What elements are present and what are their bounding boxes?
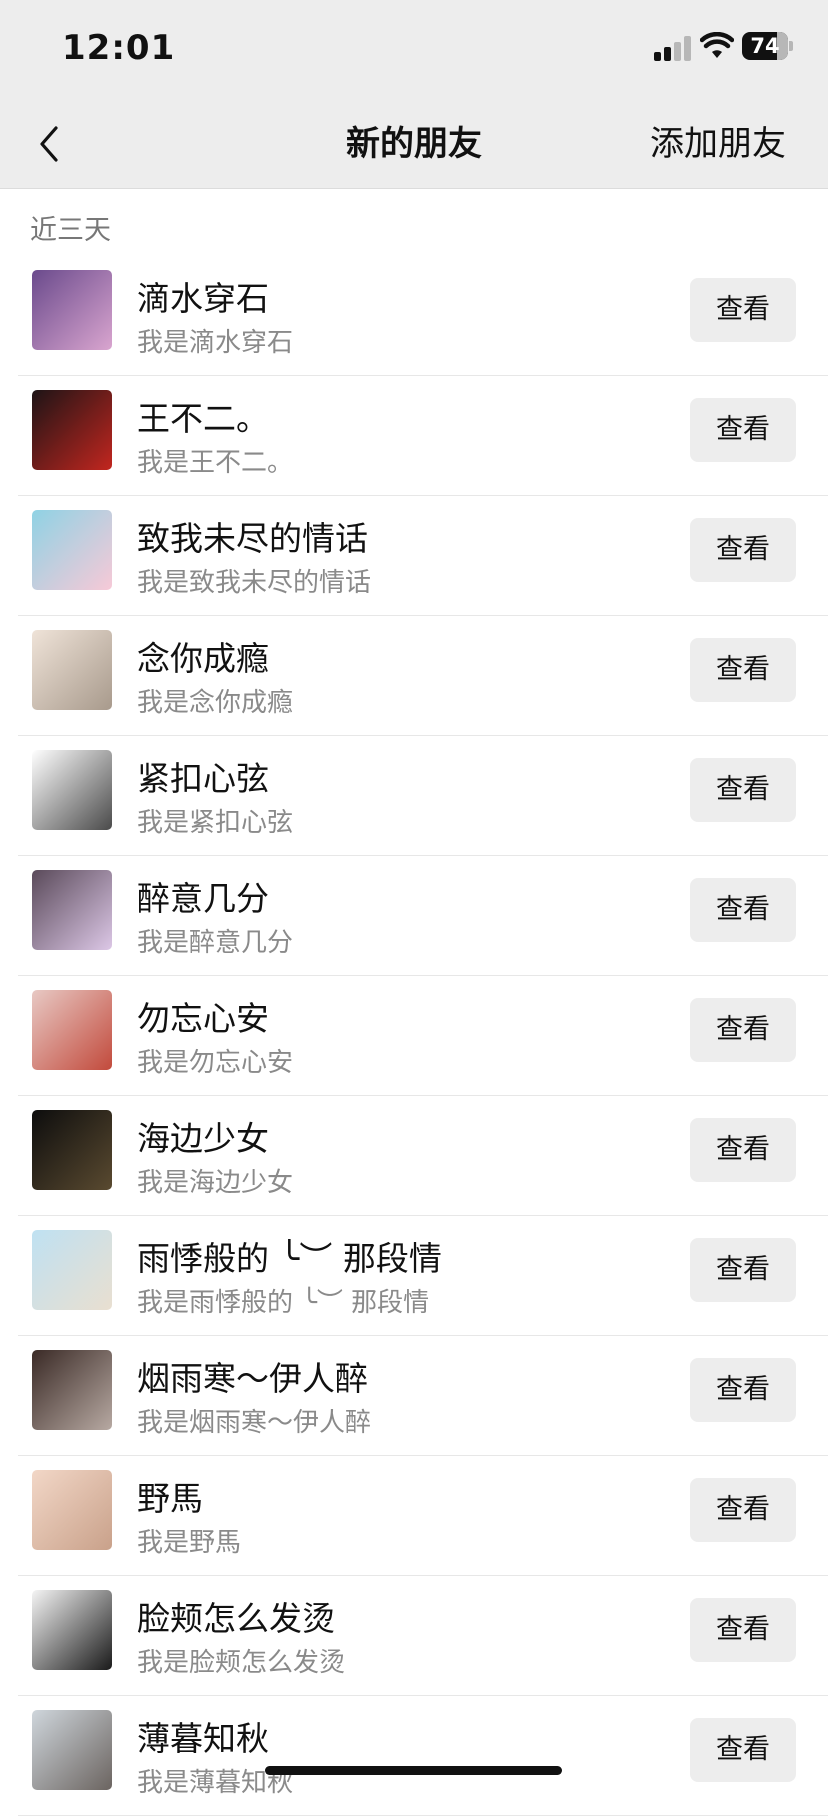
view-button[interactable]: 查看 [690, 1598, 796, 1662]
anime-girl-dark-hair-avatar[interactable] [32, 870, 112, 950]
nav-bar: 新的朋友 添加朋友 [0, 100, 828, 189]
friend-name: 勿忘心安 [137, 999, 269, 1038]
friend-list: 滴水穿石 我是滴水穿石 查看 王不二。 我是王不二。 查看 致我未尽的情话 我是致我未尽的情话… [0, 256, 828, 1816]
friend-row[interactable]: 脸颊怎么发烫我是脸颊怎么发烫 查看 [18, 1576, 828, 1696]
view-button[interactable]: 查看 [690, 1238, 796, 1302]
friend-name: 野馬 [137, 1479, 203, 1518]
friend-name: 薄暮知秋 [137, 1719, 269, 1758]
friend-message: 我是念你成瘾 [137, 688, 294, 718]
friend-name: 烟雨寒～伊人醉 [137, 1359, 368, 1398]
friend-row[interactable]: 念你成瘾我是念你成瘾 查看 [18, 616, 828, 736]
friend-message: 我是海边少女 [137, 1168, 294, 1198]
child-photo-avatar[interactable] [32, 1350, 112, 1430]
view-button[interactable]: 查看 [690, 518, 796, 582]
beach-girl-avatar[interactable] [32, 1710, 112, 1790]
ancient-style-girl-avatar[interactable] [32, 990, 112, 1070]
friend-message: 我是王不二。 [137, 448, 294, 478]
friend-row[interactable]: 烟雨寒～伊人醉我是烟雨寒～伊人醉 查看 [18, 1336, 828, 1456]
cartoon-family-avatar[interactable] [32, 750, 112, 830]
signal-icon [654, 35, 692, 61]
view-button[interactable]: 查看 [690, 278, 796, 342]
friend-name: 脸颊怎么发烫 [137, 1599, 335, 1638]
friend-row[interactable]: 勿忘心安我是勿忘心安 查看 [18, 976, 828, 1096]
view-button[interactable]: 查看 [690, 998, 796, 1062]
view-button[interactable]: 查看 [690, 758, 796, 822]
friend-row[interactable]: 雨悸般的 ╰︶ 那段情我是雨悸般的 ╰︶ 那段情 查看 [18, 1216, 828, 1336]
friend-name: 念你成瘾 [137, 639, 269, 678]
friend-name: 滴水穿石 [137, 279, 269, 318]
puppy-avatar[interactable] [32, 630, 112, 710]
friend-message: 我是致我未尽的情话 [137, 568, 372, 598]
status-time: 12:01 [62, 28, 176, 68]
friend-name: 王不二。 [137, 399, 269, 438]
bunny-cartoon-avatar[interactable] [32, 510, 112, 590]
view-button[interactable]: 查看 [690, 1358, 796, 1422]
view-button[interactable]: 查看 [690, 1718, 796, 1782]
friend-name: 致我未尽的情话 [137, 519, 368, 558]
friend-message: 我是雨悸般的 ╰︶ 那段情 [137, 1288, 430, 1318]
view-button[interactable]: 查看 [690, 1478, 796, 1542]
friend-message: 我是勿忘心安 [137, 1048, 294, 1078]
add-friend-button[interactable]: 添加朋友 [650, 100, 786, 188]
view-button[interactable]: 查看 [690, 638, 796, 702]
friend-message: 我是紧扣心弦 [137, 808, 294, 838]
friend-row[interactable]: 滴水穿石我是滴水穿石 查看 [18, 256, 828, 376]
friend-row[interactable]: 海边少女我是海边少女 查看 [18, 1096, 828, 1216]
friend-message: 我是滴水穿石 [137, 328, 294, 358]
section-label: 近三天 [30, 215, 111, 246]
view-button[interactable]: 查看 [690, 1118, 796, 1182]
home-indicator [265, 1766, 562, 1775]
baby-photo-avatar[interactable] [32, 1470, 112, 1550]
friend-message: 我是野馬 [137, 1528, 242, 1558]
friend-name: 紧扣心弦 [137, 759, 269, 798]
friend-name: 雨悸般的 ╰︶ 那段情 [137, 1239, 442, 1278]
friend-name: 醉意几分 [137, 879, 269, 918]
anime-girl-purple-avatar[interactable] [32, 270, 112, 350]
friend-message: 我是脸颊怎么发烫 [137, 1648, 346, 1678]
friend-row[interactable]: 野馬我是野馬 查看 [18, 1456, 828, 1576]
beach-avatar[interactable] [32, 1230, 112, 1310]
status-bar: 12:01 74 [0, 0, 828, 100]
dark-photo-avatar[interactable] [32, 1110, 112, 1190]
friend-message: 我是烟雨寒～伊人醉 [137, 1408, 372, 1438]
friend-row[interactable]: 王不二。我是王不二。 查看 [18, 376, 828, 496]
red-costume-avatar[interactable] [32, 390, 112, 470]
battery-icon: 74 [742, 32, 793, 62]
friend-row[interactable]: 醉意几分我是醉意几分 查看 [18, 856, 828, 976]
view-button[interactable]: 查看 [690, 878, 796, 942]
friend-row[interactable]: 紧扣心弦我是紧扣心弦 查看 [18, 736, 828, 856]
friend-message: 我是醉意几分 [137, 928, 294, 958]
view-button[interactable]: 查看 [690, 398, 796, 462]
battery-level: 74 [750, 34, 780, 58]
friend-row[interactable]: 薄暮知秋 我是薄暮知秋 查看 [18, 1696, 828, 1816]
friend-row[interactable]: 致我未尽的情话我是致我未尽的情话 查看 [18, 496, 828, 616]
sketch-girl-avatar[interactable] [32, 1590, 112, 1670]
wifi-icon [700, 32, 734, 58]
friend-name: 海边少女 [137, 1119, 269, 1158]
